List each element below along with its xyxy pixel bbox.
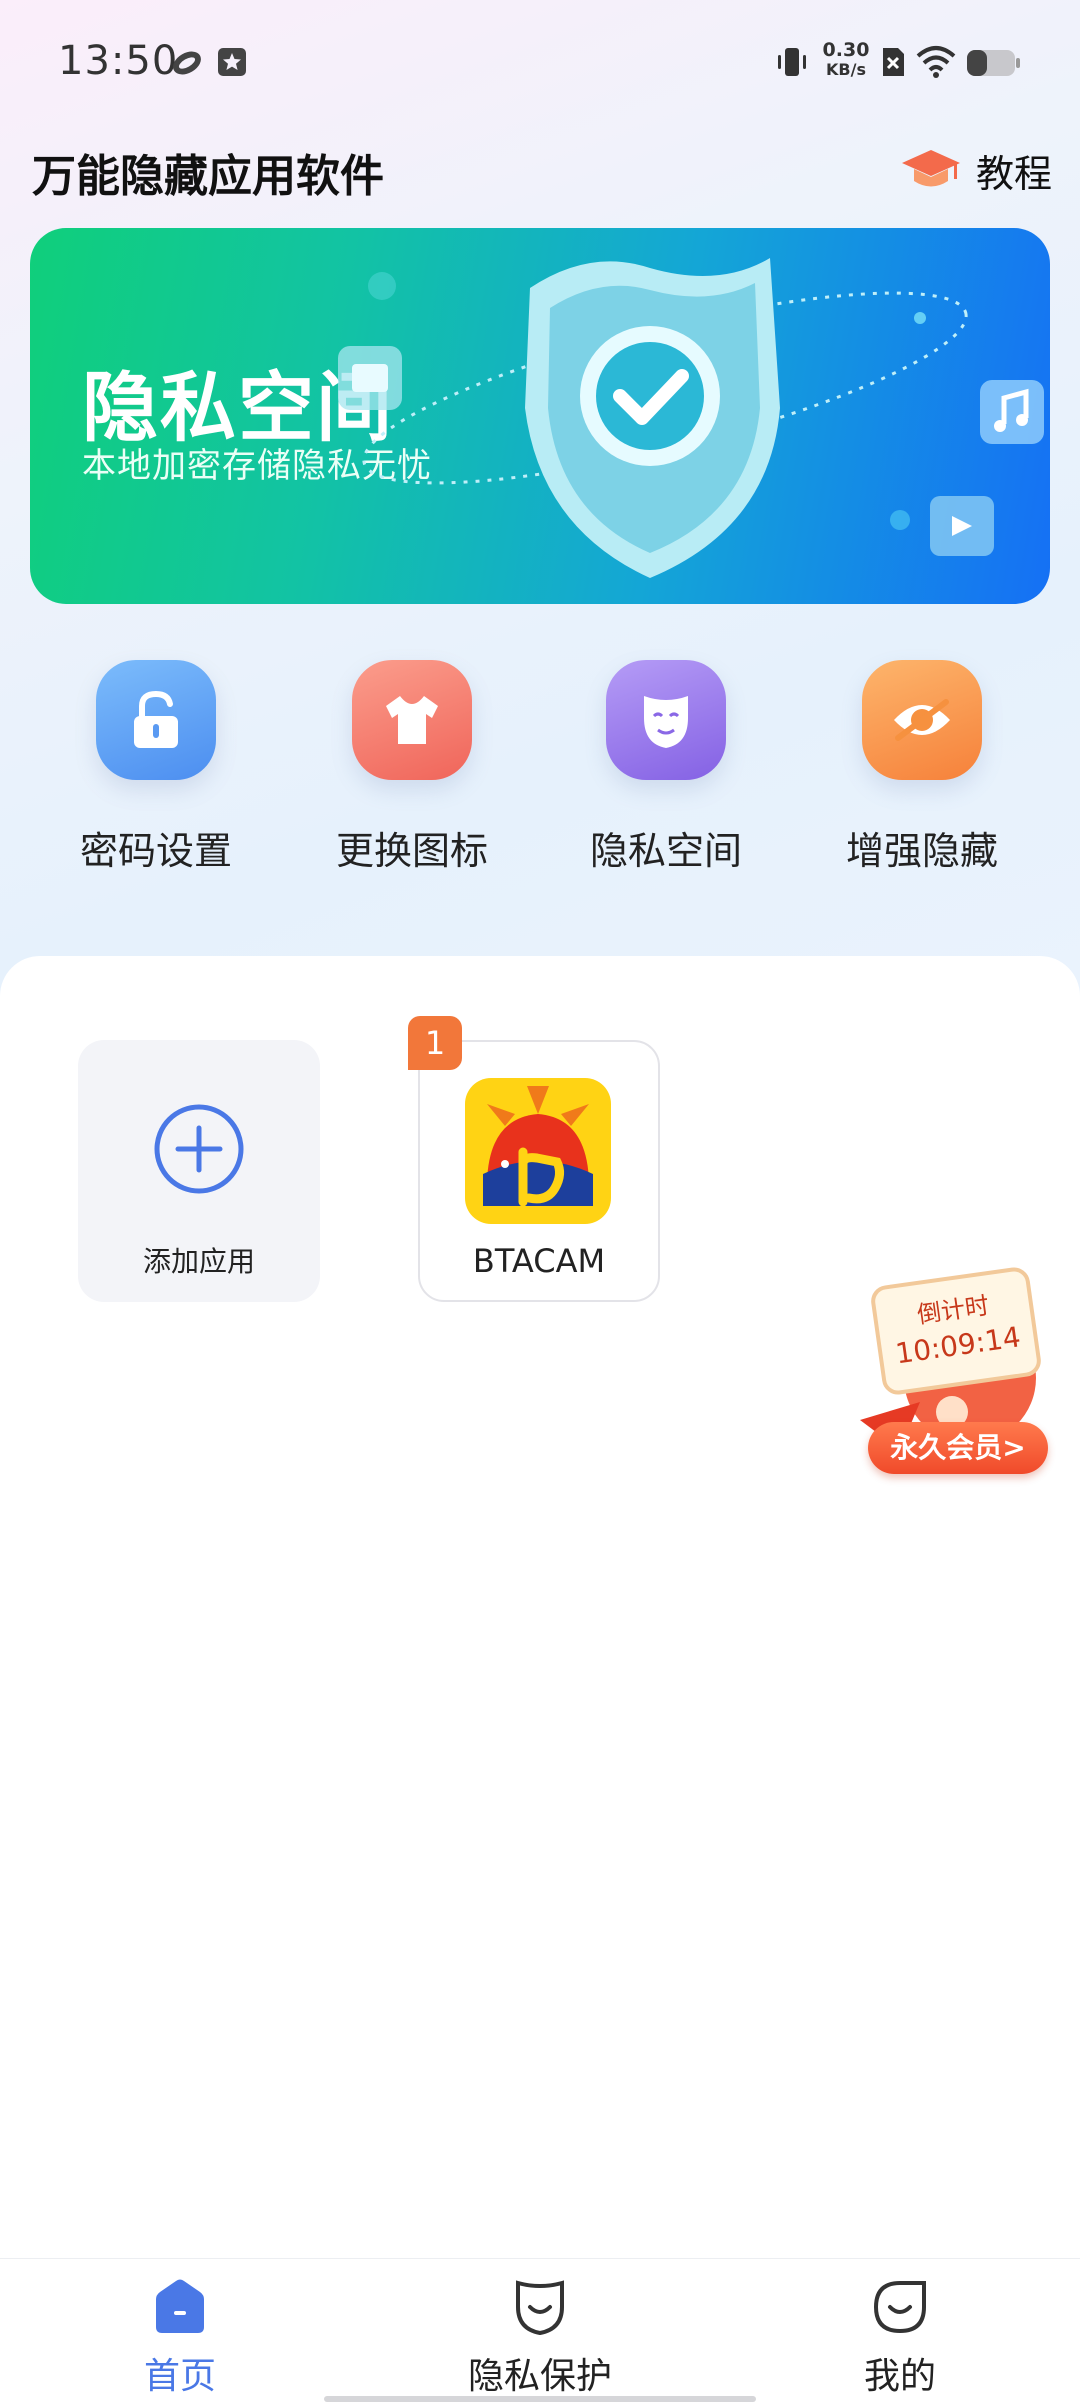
app-count-badge: 1 [408, 1016, 462, 1070]
nav-label: 首页 [143, 2356, 216, 2397]
nav-home[interactable]: 首页 [80, 2277, 280, 2399]
app-tile-btacam[interactable]: BTACAM [418, 1040, 660, 1302]
app-name-label: BTACAM [472, 1242, 606, 1280]
eye-hidden-icon [862, 660, 982, 780]
feature-label: 增强隐藏 [845, 829, 998, 873]
feature-enhanced-hiding[interactable]: 增强隐藏 [812, 660, 1032, 880]
cloud-sync-icon [173, 51, 201, 75]
unlock-icon [96, 660, 216, 780]
plus-circle-icon [154, 1104, 244, 1194]
feature-change-icon[interactable]: 更换图标 [302, 660, 522, 880]
home-icon [156, 2279, 204, 2333]
app-title: 万能隐藏应用软件 [32, 151, 384, 202]
profile-face-icon [873, 2281, 926, 2334]
feature-grid: 密码设置 更换图标 隐私空间 增强隐藏 [0, 660, 1080, 880]
add-app-button[interactable]: 添加应用 [78, 1040, 320, 1302]
feature-label: 更换图标 [335, 829, 488, 873]
tutorial-button[interactable]: 教程 [900, 140, 1052, 200]
notification-star-icon [218, 48, 246, 76]
nav-label: 隐私保护 [467, 2356, 612, 2397]
status-bar: 13:50 0.30 KB/s [0, 0, 1080, 126]
net-speed-unit: KB/s [826, 60, 866, 79]
feature-label: 隐私空间 [589, 829, 742, 873]
nav-mine[interactable]: 我的 [800, 2277, 1000, 2399]
wifi-icon [916, 46, 956, 78]
feature-password-settings[interactable]: 密码设置 [46, 660, 266, 880]
mask-icon [606, 660, 726, 780]
privacy-banner[interactable]: 隐私空间 本地加密存储隐私无忧 [30, 228, 1050, 604]
feature-label: 密码设置 [79, 829, 232, 873]
bottom-navigation: 首页 隐私保护 我的 [0, 2258, 1080, 2408]
net-speed-value: 0.30 [822, 39, 870, 61]
tshirt-icon [352, 660, 472, 780]
status-time: 13:50 [58, 38, 179, 84]
nav-privacy-protection[interactable]: 隐私保护 [440, 2277, 640, 2399]
battery-icon [967, 50, 1020, 76]
vibrate-icon [778, 48, 806, 76]
membership-promo[interactable]: 倒计时 10:09:14 永久会员> [860, 1265, 1050, 1480]
btacam-app-icon [465, 1078, 611, 1224]
feature-privacy-space[interactable]: 隐私空间 [556, 660, 776, 880]
tutorial-label: 教程 [976, 151, 1053, 196]
gesture-home-bar[interactable] [324, 2396, 756, 2402]
lifetime-member-button[interactable]: 永久会员> [868, 1422, 1048, 1474]
shield-illustration [338, 258, 1044, 578]
nav-label: 我的 [863, 2356, 936, 2397]
countdown-card: 倒计时 10:09:14 [869, 1265, 1043, 1397]
add-app-label: 添加应用 [142, 1245, 255, 1278]
mask-outline-icon [516, 2280, 564, 2336]
net-speed: 0.30 KB/s [820, 40, 872, 80]
graduation-cap-icon [902, 150, 960, 187]
sim-no-signal-icon [883, 48, 904, 76]
